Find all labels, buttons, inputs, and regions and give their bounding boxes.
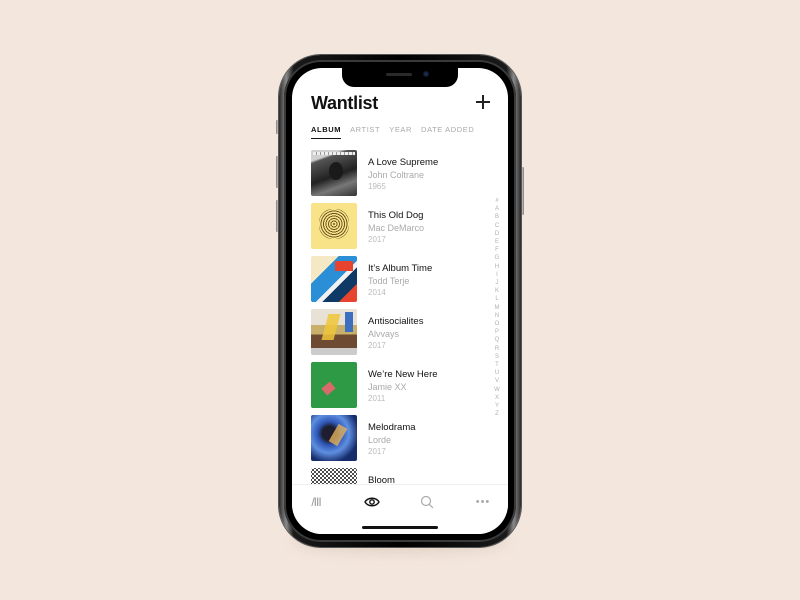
list-item[interactable]: This Old Dog Mac DeMarco 2017 [311, 203, 481, 256]
index-letter[interactable]: G [495, 254, 500, 262]
album-year: 2017 [368, 447, 386, 456]
index-letter[interactable]: H [495, 263, 499, 271]
album-cover [311, 468, 357, 484]
index-letter[interactable]: Y [495, 402, 499, 410]
index-letter[interactable]: X [495, 394, 499, 402]
index-letter[interactable]: K [495, 287, 499, 295]
eye-icon[interactable] [362, 494, 382, 510]
album-cover [311, 256, 357, 302]
tab-bar: /III ••• [292, 484, 508, 534]
index-letter[interactable]: I [496, 271, 498, 279]
album-title: Antisocialites [368, 316, 424, 327]
index-letter[interactable]: O [495, 320, 500, 328]
album-cover [311, 309, 357, 355]
artist-name: John Coltrane [368, 170, 425, 180]
index-letter[interactable]: A [495, 205, 499, 213]
index-letter[interactable]: Z [495, 410, 499, 418]
list-item[interactable]: Melodrama Lorde 2017 [311, 415, 481, 468]
library-icon[interactable]: /III [306, 494, 326, 510]
album-year: 1965 [368, 182, 386, 191]
list-item[interactable]: Bloom [311, 468, 481, 484]
index-letter[interactable]: U [495, 369, 499, 377]
index-letter[interactable]: R [495, 345, 499, 353]
plus-icon[interactable] [476, 95, 490, 109]
index-letter[interactable]: V [495, 377, 499, 385]
album-title: Bloom [368, 475, 395, 484]
search-icon[interactable] [417, 494, 437, 510]
artist-name: Mac DeMarco [368, 223, 425, 233]
index-letter[interactable]: C [495, 222, 499, 230]
index-letter[interactable]: P [495, 328, 499, 336]
artist-name: Alvvays [368, 329, 400, 339]
app-screen: Wantlist ALBUM ARTIST YEAR DATE ADDED A … [292, 68, 508, 534]
alphabet-index[interactable]: # A B C D E F G H I J K L M N O P Q R S T U V W X Y Z [493, 197, 501, 418]
list-item[interactable]: Antisocialites Alvvays 2017 [311, 309, 481, 362]
album-cover [311, 415, 357, 461]
list-item[interactable]: It’s Album Time Todd Terje 2014 [311, 256, 481, 309]
index-letter[interactable]: M [495, 304, 500, 312]
index-letter[interactable]: J [496, 279, 499, 287]
album-title: We’re New Here [368, 369, 438, 380]
album-title: A Love Supreme [368, 157, 439, 168]
index-letter[interactable]: F [495, 246, 499, 254]
sort-tabs: ALBUM ARTIST YEAR DATE ADDED [311, 125, 474, 139]
album-title: It’s Album Time [368, 263, 433, 274]
index-letter[interactable]: Q [495, 336, 500, 344]
camera-icon [423, 71, 429, 77]
home-indicator[interactable] [362, 526, 438, 529]
header: Wantlist [311, 93, 490, 119]
page-title: Wantlist [311, 93, 378, 113]
album-cover [311, 150, 357, 196]
album-title: This Old Dog [368, 210, 424, 221]
tab-artist[interactable]: ARTIST [350, 125, 380, 139]
index-letter[interactable]: D [495, 230, 499, 238]
more-icon[interactable]: ••• [473, 494, 493, 510]
artist-name: Lorde [368, 435, 392, 445]
index-letter[interactable]: L [495, 295, 498, 303]
speaker-grille [386, 73, 412, 76]
album-year: 2011 [368, 394, 386, 403]
artist-name: Todd Terje [368, 276, 410, 286]
tab-year[interactable]: YEAR [389, 125, 412, 139]
artist-name: Jamie XX [368, 382, 407, 392]
album-list: A Love Supreme John Coltrane 1965 This O… [311, 150, 481, 484]
index-letter[interactable]: S [495, 353, 499, 361]
index-letter[interactable]: B [495, 213, 499, 221]
album-year: 2014 [368, 288, 386, 297]
list-item[interactable]: We’re New Here Jamie XX 2011 [311, 362, 481, 415]
album-title: Melodrama [368, 422, 416, 433]
album-year: 2017 [368, 235, 386, 244]
tab-album[interactable]: ALBUM [311, 125, 342, 139]
tab-date-added[interactable]: DATE ADDED [421, 125, 474, 139]
notch [342, 68, 458, 87]
index-letter[interactable]: N [495, 312, 499, 320]
power-button [521, 167, 524, 215]
album-year: 2017 [368, 341, 386, 350]
index-letter[interactable]: T [495, 361, 499, 369]
index-letter[interactable]: E [495, 238, 499, 246]
album-cover [311, 203, 357, 249]
album-cover [311, 362, 357, 408]
index-letter[interactable]: # [495, 197, 498, 205]
index-letter[interactable]: W [494, 386, 500, 394]
list-item[interactable]: A Love Supreme John Coltrane 1965 [311, 150, 481, 203]
